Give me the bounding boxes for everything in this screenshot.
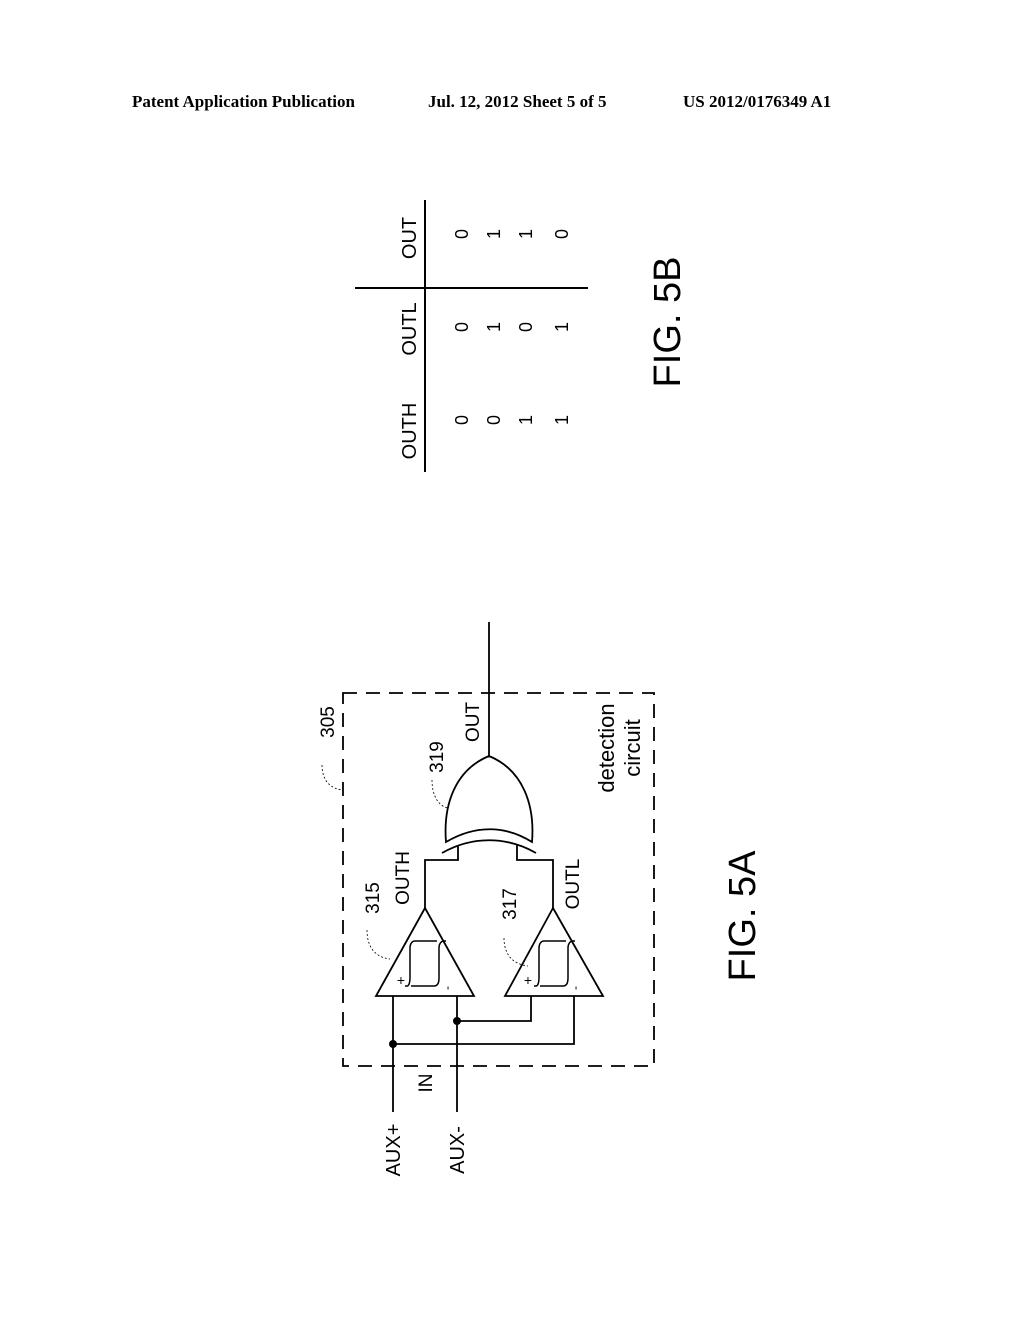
pos-to-317-minus-wire xyxy=(393,996,575,1045)
ref-305: 305 xyxy=(318,706,339,738)
table-cell: 1 xyxy=(552,415,572,425)
column-header-outl: OUTL xyxy=(399,302,421,355)
hysteresis-symbol-icon xyxy=(411,940,446,987)
table-cell: 1 xyxy=(484,229,504,239)
ref-317: 317 xyxy=(500,888,521,920)
table-cell: 1 xyxy=(484,322,504,332)
comparator-low-plus: + xyxy=(524,972,532,988)
leader-319 xyxy=(431,779,449,809)
column-header-outh: OUTH xyxy=(399,403,421,460)
block-label-line1: detection xyxy=(594,703,619,792)
ref-315: 315 xyxy=(363,882,384,914)
xor-gate xyxy=(444,755,534,844)
table-cell: 0 xyxy=(552,229,572,239)
input-aux-pos-label: AUX+ xyxy=(383,1124,405,1177)
outh-wire xyxy=(424,845,459,908)
fig5b-caption: FIG. 5B xyxy=(647,257,689,388)
table-cell: 0 xyxy=(452,415,472,425)
ref-319: 319 xyxy=(427,741,448,773)
table-cell: 1 xyxy=(516,415,536,425)
fig5a-caption: FIG. 5A xyxy=(722,850,764,982)
junction-dot xyxy=(389,1040,397,1048)
input-label: IN xyxy=(416,1074,437,1093)
table-cell: 0 xyxy=(452,229,472,239)
hysteresis-symbol-icon xyxy=(405,940,437,987)
fig5a-circuit xyxy=(321,622,655,1112)
signal-outl-label: OUTL xyxy=(563,859,584,910)
leader-305 xyxy=(321,764,344,791)
leader-315 xyxy=(366,929,391,960)
comparator-low xyxy=(503,906,605,997)
comparator-high-plus: + xyxy=(397,972,405,988)
signal-outh-label: OUTH xyxy=(393,851,414,905)
block-label-line2: circuit xyxy=(620,719,645,776)
table-cell: 1 xyxy=(552,322,572,332)
table-cell: 0 xyxy=(516,322,536,332)
signal-out-label: OUT xyxy=(463,702,484,743)
hysteresis-symbol-icon xyxy=(540,940,575,987)
xor-gate-input-curve xyxy=(441,839,537,854)
input-aux-neg-label: AUX- xyxy=(447,1126,469,1174)
outl-wire xyxy=(516,845,554,908)
comparator-high xyxy=(374,906,476,997)
junction-dot xyxy=(453,1017,461,1025)
table-cell: 0 xyxy=(484,415,504,425)
column-header-out: OUT xyxy=(399,217,421,259)
table-cell: 1 xyxy=(516,229,536,239)
table-cell: 0 xyxy=(452,322,472,332)
fig5b-truth-table: OUT OUTL OUTH 0 0 0 1 1 0 1 0 1 0 1 1 xyxy=(355,200,588,472)
neg-to-317-plus-wire xyxy=(457,996,532,1022)
hysteresis-symbol-icon xyxy=(534,940,566,987)
comparator-high-minus: - xyxy=(440,986,454,990)
comparator-low-minus: - xyxy=(568,986,582,990)
drawing-sheet: OUT OUTL OUTH 0 0 0 1 1 0 1 0 1 0 1 1 FI… xyxy=(318,200,764,1177)
